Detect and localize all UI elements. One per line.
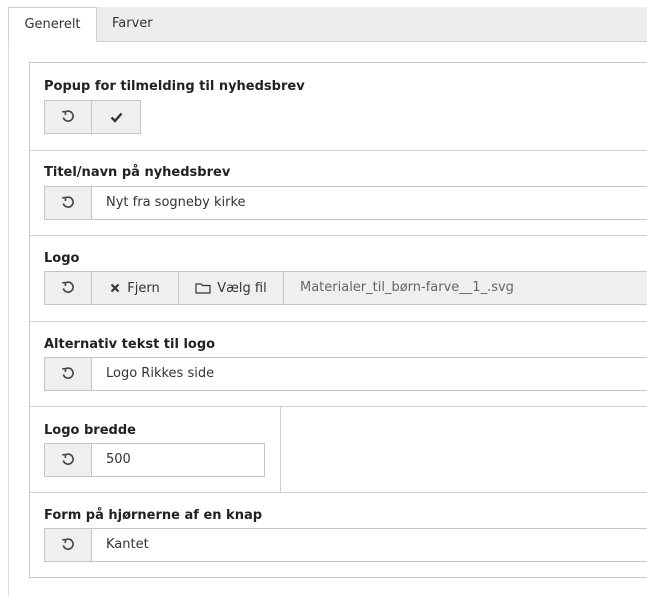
undo-icon bbox=[61, 110, 75, 124]
alt-text-reset-button[interactable] bbox=[44, 357, 92, 391]
logo-remove-button[interactable]: Fjern bbox=[91, 271, 179, 305]
logo-width-input[interactable]: 500 bbox=[91, 443, 265, 477]
logo-label: Logo bbox=[44, 251, 80, 266]
button-shape-reset-button[interactable] bbox=[44, 528, 92, 562]
alt-text-input[interactable]: Logo Rikkes side bbox=[91, 357, 647, 391]
settings-box bbox=[29, 62, 647, 578]
alt-text-label: Alternativ tekst til logo bbox=[44, 337, 216, 352]
popup-label: Popup for tilmelding til nyhedsbrev bbox=[44, 79, 305, 94]
title-reset-button[interactable] bbox=[44, 186, 92, 220]
close-icon bbox=[110, 283, 120, 293]
tab-bar: Generelt Farver bbox=[8, 7, 647, 43]
logo-width-label: Logo bredde bbox=[44, 423, 136, 438]
button-shape-label: Form på hjørnerne af en knap bbox=[44, 508, 263, 523]
popup-check-button[interactable] bbox=[91, 100, 141, 134]
undo-icon bbox=[61, 281, 75, 295]
undo-icon bbox=[61, 538, 75, 552]
popup-reset-button[interactable] bbox=[44, 100, 92, 134]
tab-farver[interactable]: Farver bbox=[112, 7, 153, 42]
undo-icon bbox=[61, 367, 75, 381]
divider bbox=[29, 321, 647, 322]
divider-vertical bbox=[280, 407, 281, 492]
tab-generelt[interactable]: Generelt bbox=[8, 7, 97, 43]
divider bbox=[29, 235, 647, 236]
button-shape-select[interactable]: Kantet bbox=[91, 528, 647, 562]
folder-icon bbox=[195, 282, 211, 294]
divider bbox=[29, 150, 647, 151]
title-input[interactable]: Nyt fra sogneby kirke bbox=[91, 186, 647, 220]
logo-choose-file-label: Vælg fil bbox=[217, 280, 267, 296]
logo-filename-field: Materialer_til_børn-farve__1_.svg bbox=[283, 271, 647, 305]
logo-choose-file-button[interactable]: Vælg fil bbox=[178, 271, 284, 305]
checkmark-icon bbox=[110, 111, 123, 123]
undo-icon bbox=[61, 453, 75, 467]
logo-remove-label: Fjern bbox=[127, 280, 160, 296]
logo-reset-button[interactable] bbox=[44, 271, 92, 305]
logo-width-reset-button[interactable] bbox=[44, 443, 92, 477]
divider bbox=[29, 492, 647, 493]
undo-icon bbox=[61, 196, 75, 210]
divider bbox=[29, 406, 647, 407]
title-label: Titel/navn på nyhedsbrev bbox=[44, 165, 231, 180]
